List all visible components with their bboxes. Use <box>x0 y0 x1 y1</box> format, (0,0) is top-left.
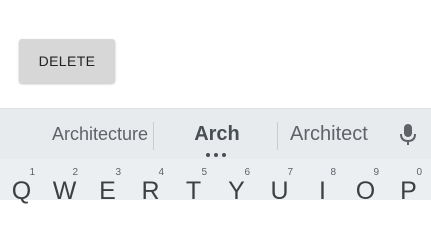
key-letter: U <box>270 177 289 205</box>
key-letter: T <box>185 177 202 205</box>
microphone-icon[interactable] <box>398 123 418 147</box>
key-e[interactable]: 3 E <box>86 159 129 205</box>
suggestion-strip: Architecture Arch Architect <box>0 109 431 159</box>
key-letter: E <box>99 177 116 205</box>
key-letter: R <box>141 177 160 205</box>
key-letter: Q <box>11 177 32 205</box>
key-letter: O <box>355 177 376 205</box>
soft-keyboard: Architecture Arch Architect 1 Q 2 W 3 E <box>0 108 431 205</box>
key-letter: Y <box>228 177 245 205</box>
suggestion-center[interactable]: Arch <box>170 109 264 159</box>
key-w[interactable]: 2 W <box>43 159 86 205</box>
key-u[interactable]: 7 U <box>258 159 301 205</box>
key-o[interactable]: 9 O <box>344 159 387 205</box>
key-i[interactable]: 8 I <box>301 159 344 205</box>
key-letter: I <box>319 177 326 205</box>
suggestion-left[interactable]: Architecture <box>52 109 150 159</box>
delete-button[interactable]: DELETE <box>19 39 115 83</box>
key-y[interactable]: 6 Y <box>215 159 258 205</box>
key-letter: W <box>52 177 77 205</box>
key-row-top: 1 Q 2 W 3 E 4 R 5 T 6 Y 7 U 8 I 9 O 0 P <box>0 159 431 205</box>
more-suggestions-icon[interactable] <box>206 153 226 157</box>
suggestion-divider <box>277 122 278 150</box>
key-r[interactable]: 4 R <box>129 159 172 205</box>
suggestion-divider <box>153 122 154 150</box>
key-letter: P <box>400 177 417 205</box>
key-p[interactable]: 0 P <box>387 159 430 205</box>
key-t[interactable]: 5 T <box>172 159 215 205</box>
app-content-area: DELETE <box>0 0 431 108</box>
key-q[interactable]: 1 Q <box>0 159 43 205</box>
suggestion-right[interactable]: Architect <box>290 109 390 159</box>
